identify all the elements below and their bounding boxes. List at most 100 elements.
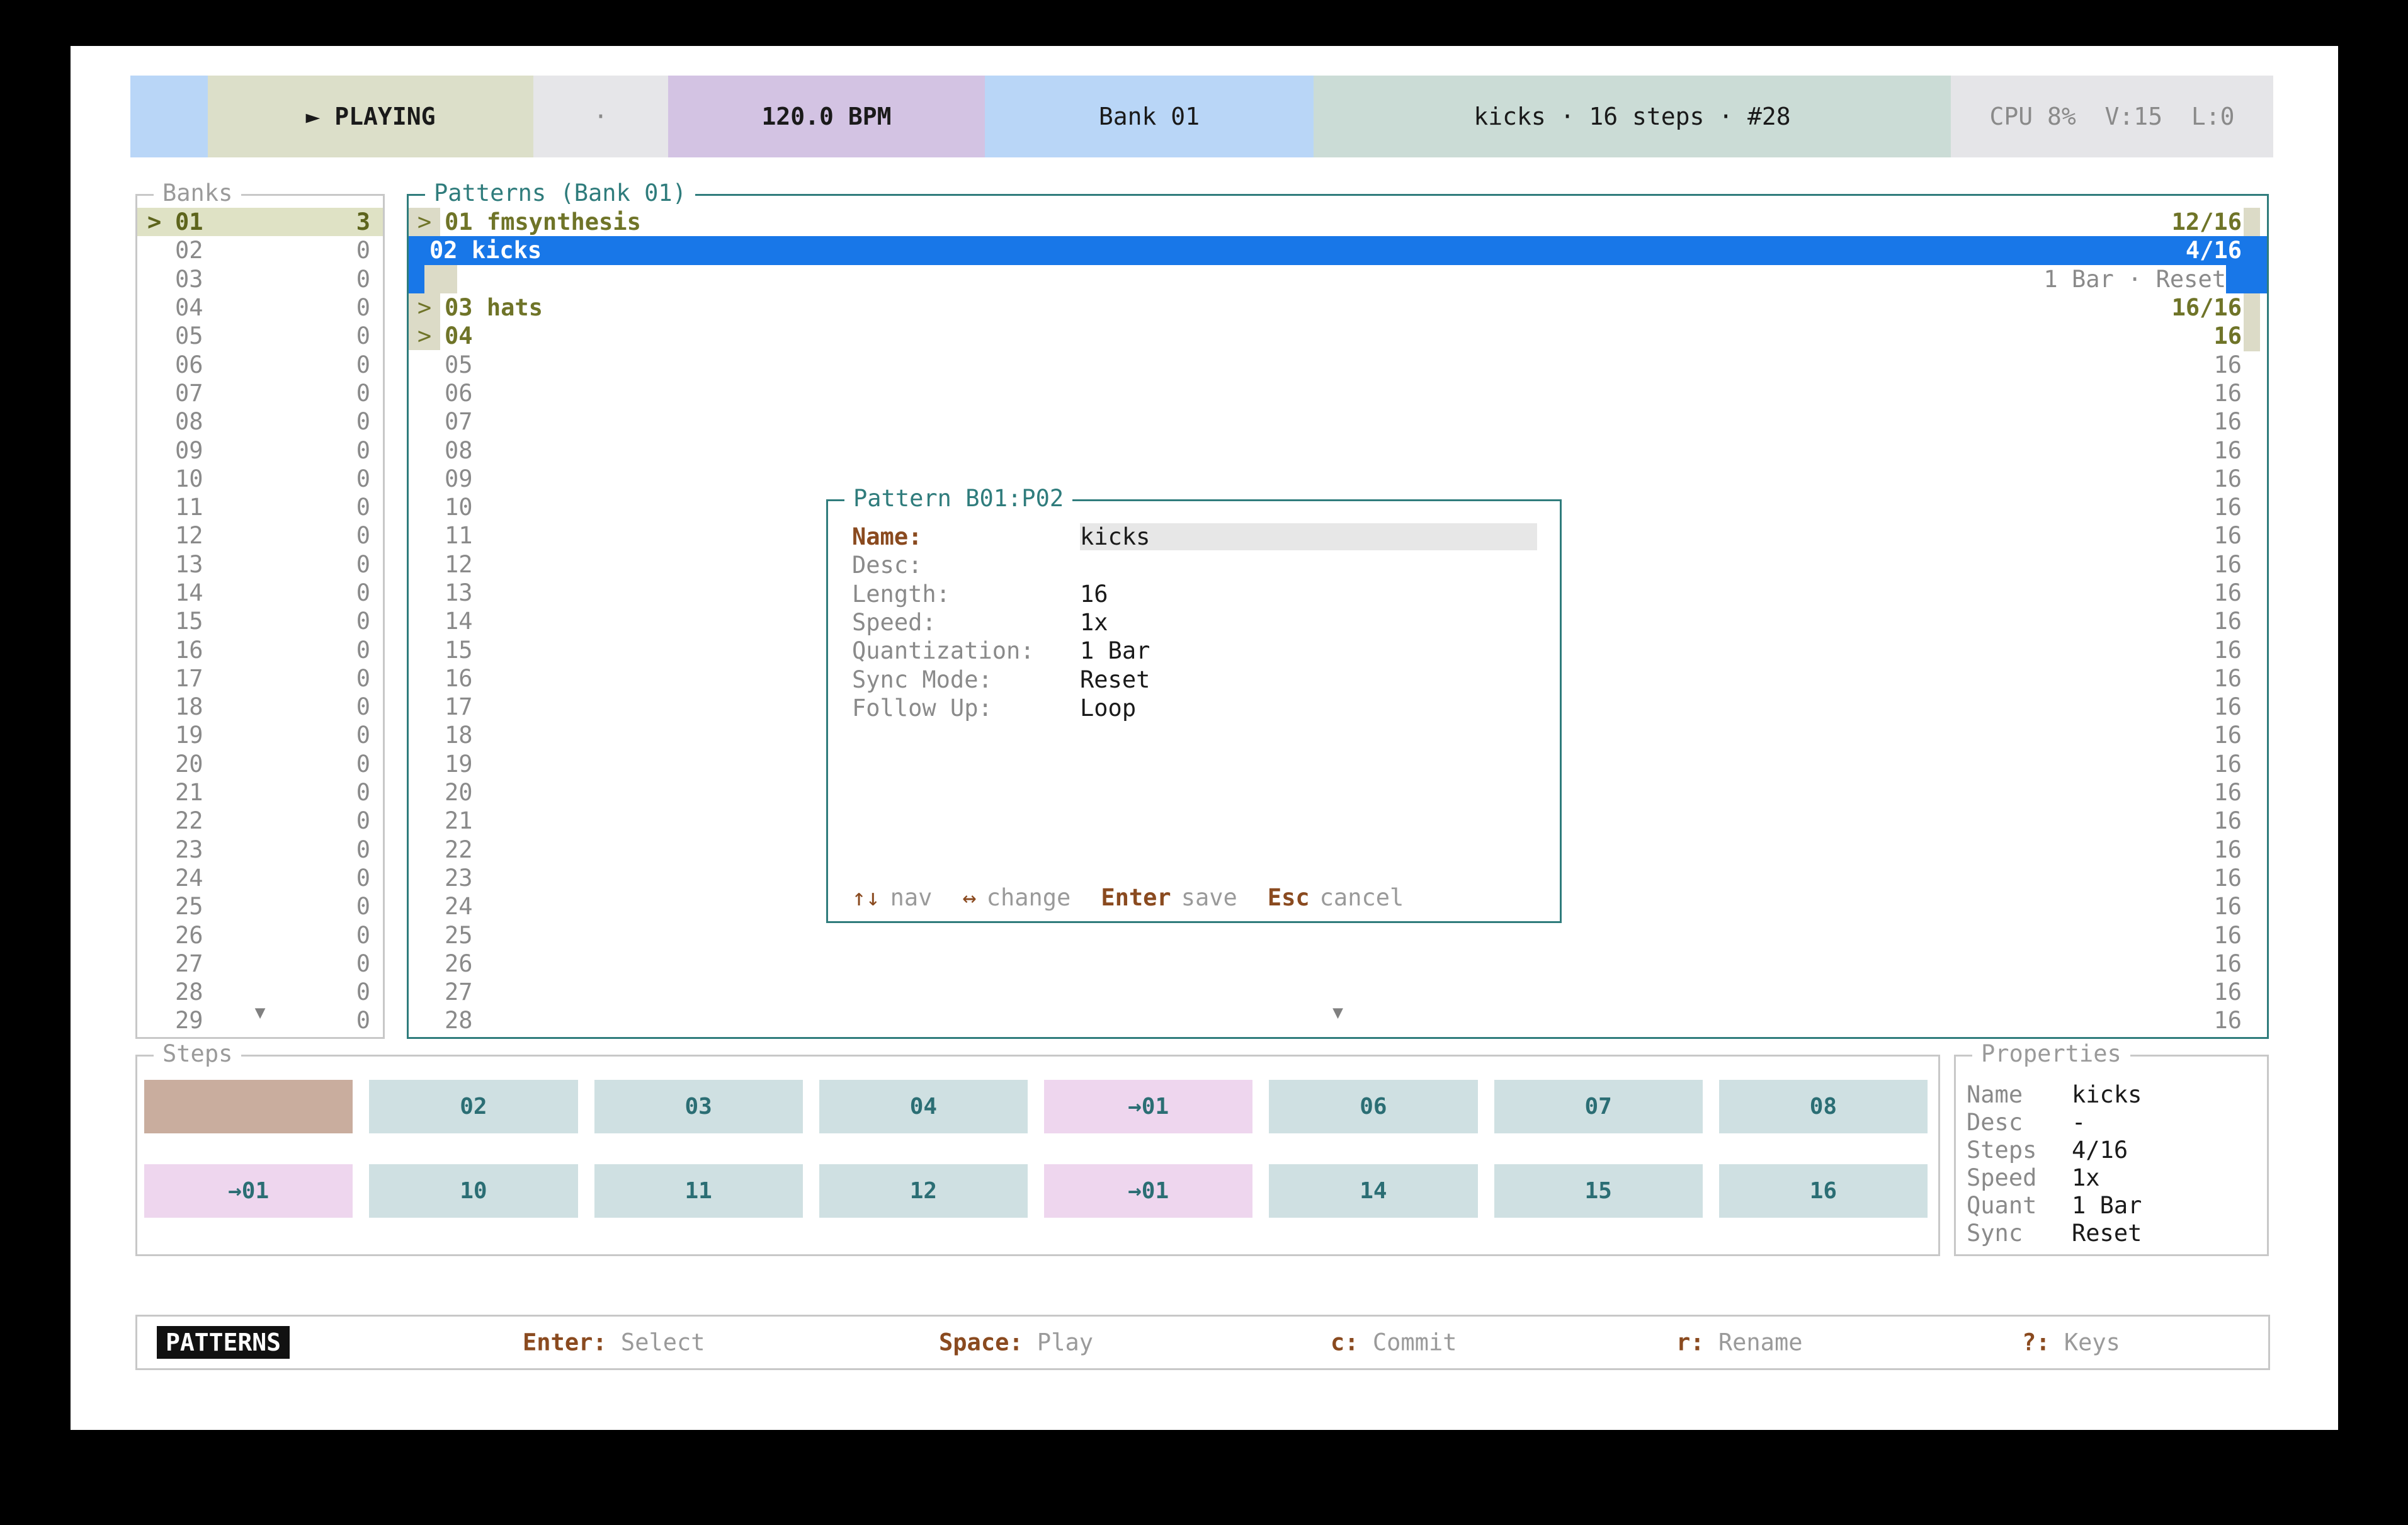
bank-row-07[interactable]: 070 [137,379,383,407]
modal-field-name[interactable]: Name:kicks [852,523,1541,551]
properties-list: NamekicksDesc-Steps4/16Speed1xQuant1 Bar… [1967,1080,2261,1247]
property-value: 1 Bar [2072,1192,2142,1219]
bank-row-16[interactable]: 160 [137,635,383,664]
step-cell-13[interactable]: →01 [1044,1164,1252,1218]
step-cell-8[interactable]: 08 [1719,1080,1928,1133]
pattern-row-marker [409,921,440,949]
bank-row-08[interactable]: 080 [137,407,383,436]
step-cell-3[interactable]: 03 [594,1080,803,1133]
modal-field-value[interactable]: Loop [1080,694,1136,722]
step-cell-9[interactable]: →01 [144,1164,353,1218]
modal-field-value[interactable]: kicks [1080,523,1537,550]
pattern-row-26[interactable]: 2616 [409,950,2267,978]
bank-row-23[interactable]: 230 [137,836,383,864]
bank-row-20[interactable]: 200 [137,750,383,778]
screen: ► PLAYING·120.0 BPMBank 01kicks · 16 ste… [0,0,2408,1525]
bank-display: Bank 01 [985,76,1314,157]
hint-question-keys: ?: Keys [2022,1329,2120,1356]
pattern-row-08[interactable]: 0816 [409,436,2267,464]
pattern-row-07[interactable]: 0716 [409,407,2267,436]
pattern-row-steps: 16 [2213,665,2267,692]
pattern-row-steps: 16 [2213,950,2267,977]
pattern-row-label: 20 [445,779,473,806]
status-hint-key: r: [1676,1329,1705,1356]
modal-field-value[interactable]: Reset [1080,666,1150,693]
step-cell-1[interactable] [144,1080,353,1133]
pattern-row-steps: 16 [2213,779,2267,806]
step-cell-6[interactable]: 06 [1269,1080,1477,1133]
bank-row-10[interactable]: 100 [137,465,383,493]
bank-row-21[interactable]: 210 [137,778,383,807]
step-cell-11[interactable]: 11 [594,1164,803,1218]
modal-field-value[interactable]: 16 [1080,581,1108,608]
bank-row-04[interactable]: 040 [137,293,383,322]
step-cell-16[interactable]: 16 [1719,1164,1928,1218]
bank-row-25[interactable]: 250 [137,892,383,921]
bank-row-13[interactable]: 130 [137,550,383,579]
bank-row-02[interactable]: 020 [137,236,383,264]
modal-field-followup[interactable]: Follow Up:Loop [852,694,1541,722]
step-cell-4[interactable]: 04 [819,1080,1028,1133]
bank-row-18[interactable]: 180 [137,693,383,721]
bank-row-12[interactable]: 120 [137,521,383,550]
pattern-row-steps: 16 [2213,494,2267,521]
hint-c-commit: c: Commit [1331,1329,1457,1356]
step-cell-12[interactable]: 12 [819,1164,1028,1218]
step-cell-5[interactable]: →01 [1044,1080,1252,1133]
pattern-row-28[interactable]: 2816 [409,1006,2267,1035]
pattern-row-marker [409,836,440,864]
modal-field-quantization[interactable]: Quantization:1 Bar [852,637,1541,665]
bank-row-id: 13 [175,551,203,578]
bank-row-id: 23 [175,836,203,863]
step-cell-14[interactable]: 14 [1269,1164,1477,1218]
bank-row-15[interactable]: 150 [137,607,383,635]
property-row-steps: Steps4/16 [1967,1136,2261,1164]
bank-row-06[interactable]: 060 [137,350,383,378]
step-cell-7[interactable]: 07 [1494,1080,1703,1133]
bank-row-29[interactable]: 290 [137,1006,383,1035]
pattern-row-02[interactable]: 02 kicks4/16 [409,236,2267,264]
pattern-row-05[interactable]: 0516 [409,350,2267,378]
property-label: Desc [1967,1109,2072,1136]
bank-row-count: 0 [356,351,370,378]
bank-row-id: 12 [175,522,203,549]
modal-field-value[interactable]: 1x [1080,609,1108,636]
bank-row-09[interactable]: 090 [137,436,383,464]
pattern-row-label: 21 [445,807,473,834]
pattern-row-01[interactable]: >01 fmsynthesis12/16 [409,208,2267,236]
modal-field-length[interactable]: Length:16 [852,580,1541,608]
step-cell-2[interactable]: 02 [369,1080,577,1133]
pattern-row-03[interactable]: >03 hats16/16 [409,293,2267,322]
bank-row-03[interactable]: 030 [137,265,383,293]
bank-row-05[interactable]: 050 [137,322,383,350]
pattern-row-marker [409,350,440,378]
modal-field-syncmode[interactable]: Sync Mode:Reset [852,665,1541,693]
pattern-row-27[interactable]: 2716 [409,978,2267,1006]
modal-hint: Entersave [1101,884,1237,911]
bank-row-count: 0 [356,978,370,1006]
pattern-row-09[interactable]: 0916 [409,465,2267,493]
bank-row-count: 0 [356,608,370,635]
bank-row-19[interactable]: 190 [137,721,383,749]
pattern-row-marker [409,407,440,436]
bank-row-24[interactable]: 240 [137,864,383,892]
modal-field-desc[interactable]: Desc: [852,551,1541,579]
pattern-row-06[interactable]: 0616 [409,379,2267,407]
status-bar: PATTERNS Enter: Select Space: Play c: Co… [135,1315,2270,1370]
step-cell-15[interactable]: 15 [1494,1164,1703,1218]
modal-field-value[interactable]: 1 Bar [1080,637,1150,664]
bank-row-count: 0 [356,950,370,977]
pattern-row-25[interactable]: 2516 [409,921,2267,949]
bank-row-27[interactable]: 270 [137,950,383,978]
bank-row-01[interactable]: >013 [137,208,383,236]
bank-row-17[interactable]: 170 [137,664,383,693]
modal-hint-key: ↔ [962,884,976,911]
bank-row-14[interactable]: 140 [137,579,383,607]
bank-row-22[interactable]: 220 [137,807,383,835]
step-cell-10[interactable]: 10 [369,1164,577,1218]
pattern-row-04[interactable]: >0416 [409,322,2267,350]
modal-field-speed[interactable]: Speed:1x [852,608,1541,637]
bank-row-28[interactable]: 280 [137,978,383,1006]
bank-row-11[interactable]: 110 [137,493,383,521]
bank-row-26[interactable]: 260 [137,921,383,949]
